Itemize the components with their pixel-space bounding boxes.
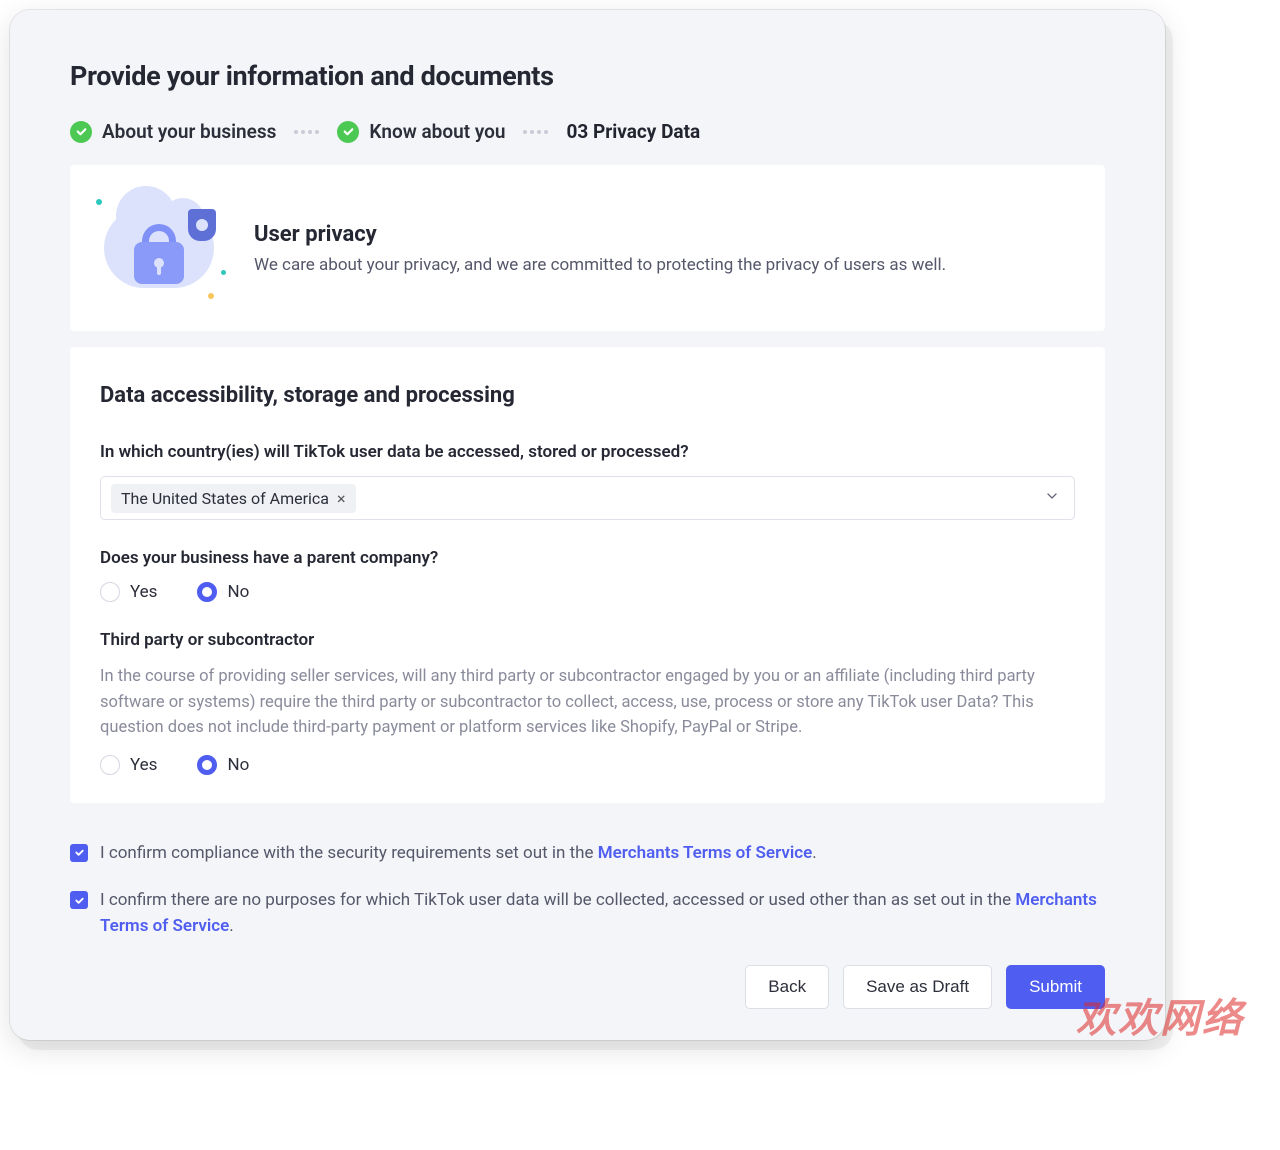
third-party-no[interactable]: No xyxy=(197,755,249,775)
parent-company-field: Does your business have a parent company… xyxy=(100,548,1075,602)
step-label: About your business xyxy=(102,120,276,143)
confirm-security-text: I confirm compliance with the security r… xyxy=(100,841,817,867)
confirm-purposes[interactable]: I confirm there are no purposes for whic… xyxy=(70,888,1105,939)
privacy-title: User privacy xyxy=(254,222,946,247)
radio-icon xyxy=(197,582,217,602)
data-accessibility-section: Data accessibility, storage and processi… xyxy=(70,347,1105,803)
watermark-text: 欢欢网络 xyxy=(1076,986,1244,1044)
chip-label: The United States of America xyxy=(121,489,329,508)
onboarding-window: Provide your information and documents A… xyxy=(10,10,1165,1040)
shield-icon xyxy=(188,209,216,241)
back-button[interactable]: Back xyxy=(745,965,829,1009)
third-party-label: Third party or subcontractor xyxy=(100,630,1075,650)
section-title: Data accessibility, storage and processi… xyxy=(100,383,1075,408)
confirm-purposes-text: I confirm there are no purposes for whic… xyxy=(100,888,1105,939)
checkbox-icon xyxy=(70,844,88,862)
third-party-field: Third party or subcontractor In the cour… xyxy=(100,630,1075,775)
country-select[interactable]: The United States of America × xyxy=(100,476,1075,520)
step-separator-dots xyxy=(523,130,548,134)
footer-buttons: Back Save as Draft Submit xyxy=(70,965,1105,1009)
checkbox-icon xyxy=(70,891,88,909)
parent-company-yes[interactable]: Yes xyxy=(100,582,157,602)
page-title: Provide your information and documents xyxy=(70,60,1105,92)
country-label: In which country(ies) will TikTok user d… xyxy=(100,442,1075,462)
check-icon xyxy=(70,121,92,143)
parent-company-no[interactable]: No xyxy=(197,582,249,602)
privacy-banner: User privacy We care about your privacy,… xyxy=(70,165,1105,331)
step-separator-dots xyxy=(294,130,319,134)
step-privacy-data: 03 Privacy Data xyxy=(566,120,700,143)
privacy-lock-icon xyxy=(94,193,224,303)
country-field: In which country(ies) will TikTok user d… xyxy=(100,442,1075,520)
step-know-about-you: Know about you xyxy=(337,120,505,143)
third-party-description: In the course of providing seller servic… xyxy=(100,664,1075,741)
confirm-security[interactable]: I confirm compliance with the security r… xyxy=(70,841,1105,867)
radio-label: Yes xyxy=(130,582,157,602)
chevron-down-icon xyxy=(1044,488,1060,508)
privacy-subtitle: We care about your privacy, and we are c… xyxy=(254,255,946,275)
merchants-tos-link[interactable]: Merchants Terms of Service xyxy=(598,843,813,863)
radio-icon xyxy=(197,755,217,775)
save-draft-button[interactable]: Save as Draft xyxy=(843,965,992,1009)
radio-label: No xyxy=(227,582,249,602)
radio-label: Yes xyxy=(130,755,157,775)
stepper: About your business Know about you 03 Pr… xyxy=(70,120,1105,143)
radio-label: No xyxy=(227,755,249,775)
parent-company-label: Does your business have a parent company… xyxy=(100,548,1075,568)
radio-icon xyxy=(100,755,120,775)
third-party-yes[interactable]: Yes xyxy=(100,755,157,775)
step-about-business: About your business xyxy=(70,120,276,143)
radio-icon xyxy=(100,582,120,602)
chip-remove-icon[interactable]: × xyxy=(337,489,346,508)
step-label: Know about you xyxy=(369,120,505,143)
check-icon xyxy=(337,121,359,143)
country-chip: The United States of America × xyxy=(111,484,356,513)
